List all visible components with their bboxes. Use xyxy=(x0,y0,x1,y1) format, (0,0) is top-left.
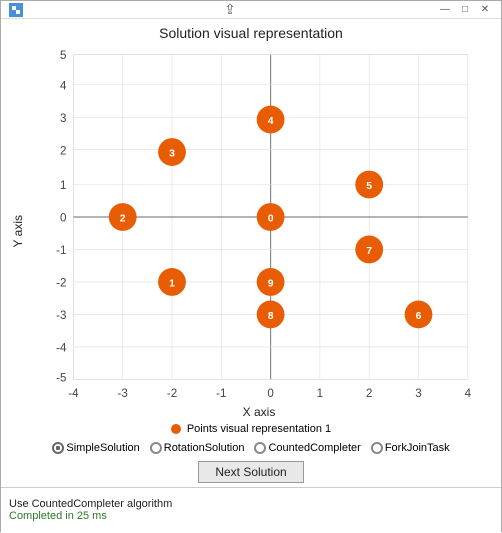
svg-text:3: 3 xyxy=(415,388,421,400)
svg-text:2: 2 xyxy=(120,214,126,225)
close-button[interactable]: ✕ xyxy=(477,2,493,18)
svg-text:-4: -4 xyxy=(68,388,79,400)
next-solution-button[interactable]: Next Solution xyxy=(198,461,303,483)
plot-wrapper: -4 -3 -2 -1 0 1 2 3 4 5 4 3 2 1 0 -1 xyxy=(27,43,491,419)
legend-dot xyxy=(171,424,181,434)
status-bar: Use CountedCompleter algorithm Completed… xyxy=(1,487,501,533)
svg-text:-4: -4 xyxy=(56,343,67,355)
radio-fork-join-task[interactable]: ForkJoinTask xyxy=(371,442,450,454)
svg-text:4: 4 xyxy=(60,80,67,92)
title-bar-left xyxy=(9,3,23,17)
minimize-button[interactable]: — xyxy=(437,2,453,18)
chart-title: Solution visual representation xyxy=(159,19,343,43)
svg-text:2: 2 xyxy=(60,145,66,157)
radio-fork-join-task-circle xyxy=(371,442,383,454)
radio-fork-join-task-label: ForkJoinTask xyxy=(385,442,450,454)
radio-rotation-solution[interactable]: RotationSolution xyxy=(150,442,245,454)
main-window: ⇪ — □ ✕ Solution visual representation Y… xyxy=(0,0,502,532)
svg-text:1: 1 xyxy=(169,279,175,290)
title-bar-controls: — □ ✕ xyxy=(437,2,493,18)
status-line-1: Use CountedCompleter algorithm xyxy=(9,498,493,510)
svg-text:4: 4 xyxy=(465,388,472,400)
svg-text:3: 3 xyxy=(169,149,175,160)
svg-text:-5: -5 xyxy=(56,373,66,385)
maximize-button[interactable]: □ xyxy=(457,2,473,18)
chart-area: Solution visual representation Y axis xyxy=(1,19,501,487)
svg-text:-1: -1 xyxy=(216,388,226,400)
svg-text:-3: -3 xyxy=(56,310,66,322)
y-axis-label: Y axis xyxy=(11,215,25,247)
svg-text:3: 3 xyxy=(60,113,66,125)
radio-simple-solution-label: SimpleSolution xyxy=(66,442,139,454)
svg-text:9: 9 xyxy=(268,279,274,290)
radio-simple-solution[interactable]: SimpleSolution xyxy=(52,442,139,454)
svg-text:4: 4 xyxy=(268,116,274,127)
svg-text:1: 1 xyxy=(317,388,323,400)
plot-svg: -4 -3 -2 -1 0 1 2 3 4 5 4 3 2 1 0 -1 xyxy=(27,43,491,403)
radio-counted-completer[interactable]: CountedCompleter xyxy=(254,442,360,454)
radio-counted-completer-circle xyxy=(254,442,266,454)
app-icon xyxy=(9,3,23,17)
radio-row: SimpleSolution RotationSolution CountedC… xyxy=(52,442,449,454)
svg-text:7: 7 xyxy=(366,246,372,257)
svg-text:0: 0 xyxy=(267,388,273,400)
svg-text:2: 2 xyxy=(366,388,372,400)
svg-text:0: 0 xyxy=(268,214,274,225)
svg-text:8: 8 xyxy=(268,311,274,322)
radio-counted-completer-label: CountedCompleter xyxy=(268,442,360,454)
svg-text:5: 5 xyxy=(60,50,66,62)
title-bar: ⇪ — □ ✕ xyxy=(1,1,501,19)
svg-text:-3: -3 xyxy=(118,388,128,400)
svg-text:5: 5 xyxy=(366,181,372,192)
legend: Points visual representation 1 xyxy=(171,423,331,435)
cursor-symbol: ⇪ xyxy=(224,1,236,17)
svg-text:-2: -2 xyxy=(167,388,177,400)
legend-label: Points visual representation 1 xyxy=(187,423,331,435)
radio-simple-solution-circle xyxy=(52,442,64,454)
next-btn-row: Next Solution xyxy=(198,461,303,483)
radio-rotation-solution-circle xyxy=(150,442,162,454)
chart-container: Y axis xyxy=(11,43,491,419)
svg-text:-1: -1 xyxy=(56,245,66,257)
x-axis-label: X axis xyxy=(27,405,491,419)
svg-text:-2: -2 xyxy=(56,278,66,290)
radio-rotation-solution-label: RotationSolution xyxy=(164,442,245,454)
svg-text:6: 6 xyxy=(416,311,422,322)
svg-text:1: 1 xyxy=(60,180,66,192)
status-line-2: Completed in 25 ms xyxy=(9,510,493,522)
svg-text:0: 0 xyxy=(60,213,66,225)
